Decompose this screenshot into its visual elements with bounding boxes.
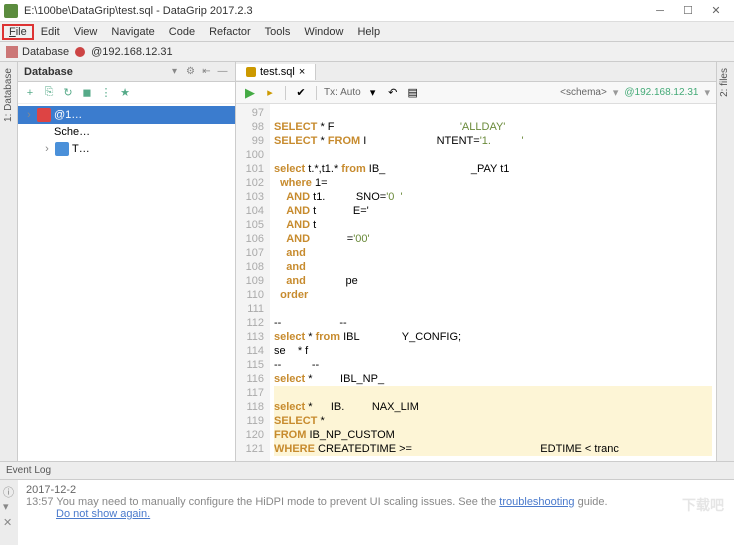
gear-icon[interactable]: ⚙ — [184, 65, 197, 78]
eventlog-header[interactable]: Event Log — [0, 461, 734, 479]
menubar: File Edit View Navigate Code Refactor To… — [0, 22, 734, 42]
eventlog-toolbar: ⓘ ▾ ✕ — [0, 480, 18, 545]
separator — [316, 86, 317, 100]
tab-testsql[interactable]: test.sql × — [236, 64, 316, 80]
filter-icon[interactable]: ▾ — [3, 500, 15, 512]
tab-close-icon[interactable]: × — [299, 66, 305, 78]
editor-tabs: test.sql × — [236, 62, 716, 82]
code-content[interactable]: SELECT * F 'ALLDAY'SELECT * FROM I NTENT… — [270, 104, 716, 461]
menu-refactor[interactable]: Refactor — [202, 24, 258, 40]
troubleshooting-link[interactable]: troubleshooting — [499, 496, 574, 508]
tree-schema-node[interactable]: Sche… — [18, 124, 235, 140]
menu-view[interactable]: View — [67, 24, 105, 40]
database-icon — [6, 46, 18, 58]
database-sidebar: Database ▾ ⚙ ⇤ — + ⎘ ↻ ◼ ⋮ ★ › @1… Sche… — [18, 62, 236, 461]
bookmark-icon[interactable]: ★ — [117, 85, 133, 101]
history-icon[interactable]: ▤ — [405, 85, 421, 101]
nav-ip[interactable]: @192.168.12.31 — [91, 46, 173, 58]
sidebar-header: Database ▾ ⚙ ⇤ — — [18, 62, 235, 82]
separator — [285, 86, 286, 100]
menu-tools[interactable]: Tools — [258, 24, 298, 40]
run-icon[interactable]: ▶ — [242, 85, 258, 101]
gutter-tab-database[interactable]: 1: Database — [1, 62, 16, 128]
nav-database-label[interactable]: Database — [22, 46, 69, 58]
stop-icon[interactable]: ◼ — [79, 85, 95, 101]
folder-icon — [55, 142, 69, 156]
breadcrumb: Database @192.168.12.31 — [0, 42, 734, 62]
collapse-icon[interactable]: ⇤ — [200, 65, 213, 78]
clear-icon[interactable]: ✕ — [3, 516, 15, 528]
event-text: You may need to manually configure the H… — [56, 496, 496, 508]
menu-window[interactable]: Window — [297, 24, 350, 40]
filter-icon[interactable]: ▾ — [168, 65, 181, 78]
tree-root-label: @1… — [54, 109, 82, 121]
window-controls: ─ ☐ ✕ — [646, 1, 730, 21]
eventlog-body: 2017-12-2 13:57 You may need to manually… — [18, 480, 734, 545]
commit-icon[interactable]: ✔ — [293, 85, 309, 101]
chevron-right-icon: › — [42, 143, 52, 155]
event-time: 13:57 — [26, 496, 54, 508]
database-tree: › @1… Sche… › T… — [18, 104, 235, 461]
menu-navigate[interactable]: Navigate — [104, 24, 161, 40]
schema-selector[interactable]: <schema> — [560, 87, 607, 98]
maximize-button[interactable]: ☐ — [674, 1, 702, 21]
more-icon[interactable]: ⋮ — [98, 85, 114, 101]
hide-icon[interactable]: — — [216, 65, 229, 78]
sidebar-toolbar: + ⎘ ↻ ◼ ⋮ ★ — [18, 82, 235, 104]
event-date: 2017-12-2 — [26, 484, 726, 496]
event-text2: guide. — [578, 496, 608, 508]
schema-label: Sche… — [54, 126, 90, 138]
app-icon — [4, 4, 18, 18]
eventlog: ⓘ ▾ ✕ 2017-12-2 13:57 You may need to ma… — [0, 479, 734, 545]
menu-help[interactable]: Help — [350, 24, 387, 40]
sidebar-title: Database — [24, 66, 168, 78]
tab-label: test.sql — [260, 66, 295, 78]
datasource-icon — [37, 108, 51, 122]
menu-edit[interactable]: Edit — [34, 24, 67, 40]
duplicate-icon[interactable]: ⎘ — [41, 85, 57, 101]
titlebar: E:\100be\DataGrip\test.sql - DataGrip 20… — [0, 0, 734, 22]
main-area: 1: Database Database ▾ ⚙ ⇤ — + ⎘ ↻ ◼ ⋮ ★… — [0, 62, 734, 461]
tree-child-node[interactable]: › T… — [18, 140, 235, 158]
sql-file-icon — [246, 67, 256, 77]
rollback-icon[interactable]: ↶ — [385, 85, 401, 101]
dismiss-link[interactable]: Do not show again. — [56, 508, 726, 520]
refresh-icon[interactable]: ↻ — [60, 85, 76, 101]
add-icon[interactable]: + — [22, 85, 38, 101]
run-script-icon[interactable]: ▸ — [262, 85, 278, 101]
close-button[interactable]: ✕ — [702, 1, 730, 21]
right-gutter: 2: files — [716, 62, 734, 461]
chevron-down-icon[interactable]: ▾ — [365, 85, 381, 101]
event-message: 13:57 You may need to manually configure… — [26, 496, 726, 508]
editor-toolbar: ▶ ▸ ✔ Tx: Auto ▾ ↶ ▤ <schema> ▾ @192.168… — [236, 82, 716, 104]
menu-code[interactable]: Code — [162, 24, 202, 40]
tx-mode[interactable]: Tx: Auto — [324, 87, 361, 98]
menu-file[interactable]: File — [2, 24, 34, 40]
left-gutter: 1: Database — [0, 62, 18, 461]
line-gutter: 9798991001011021031041051061071081091101… — [236, 104, 270, 461]
connection-ip[interactable]: @192.168.12.31 — [624, 87, 698, 98]
tree-root-node[interactable]: › @1… — [18, 106, 235, 124]
child-label: T… — [72, 143, 90, 155]
info-icon[interactable]: ⓘ — [3, 484, 15, 496]
code-area[interactable]: 9798991001011021031041051061071081091101… — [236, 104, 716, 461]
watermark: 下载吧 — [682, 495, 724, 515]
nav-separator-icon — [75, 47, 85, 57]
gutter-tab-files[interactable]: 2: files — [717, 62, 732, 103]
editor-area: test.sql × ▶ ▸ ✔ Tx: Auto ▾ ↶ ▤ <schema>… — [236, 62, 716, 461]
chevron-right-icon: › — [24, 109, 34, 121]
minimize-button[interactable]: ─ — [646, 1, 674, 21]
window-title: E:\100be\DataGrip\test.sql - DataGrip 20… — [24, 5, 646, 17]
